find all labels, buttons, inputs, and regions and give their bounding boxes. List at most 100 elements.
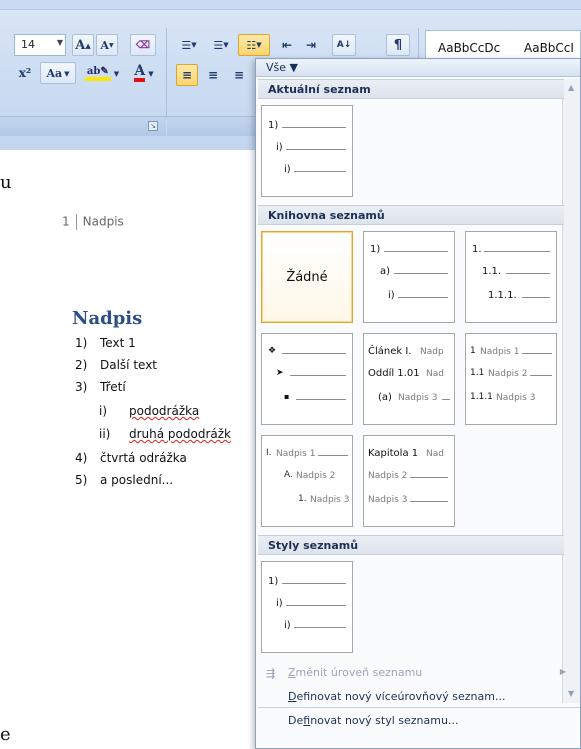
menu-label: De [288,714,304,727]
arrow-bullet-icon: ➤ [276,368,284,378]
list-text: Třetí [100,380,126,394]
list-tile-roman[interactable]: I. Nadpis 1 A. Nadpis 2 1. Nadpis 3 [261,435,353,527]
list-tile-heading-numbered[interactable]: 1 Nadpis 1 1.1 Nadpis 2 1.1.1 Nadpis 3 [465,333,557,425]
list-tile-current[interactable]: 1) i) i) [261,105,353,197]
doc-edge-text: e [0,724,11,745]
tile-text: 1) [370,244,381,255]
tile-text: A. [284,470,293,480]
show-marks-button[interactable]: ¶ [386,34,410,56]
superscript-label: x² [18,66,32,80]
square-bullet-icon: ▪ [284,392,290,401]
list-number: 3) [75,380,88,394]
gallery-filter-dropdown[interactable]: Vše ▼ [256,59,580,77]
change-case-button[interactable]: Aa ▼ [40,62,76,84]
font-size-field[interactable]: 14 ▼ [14,34,66,56]
sort-button[interactable]: A↓ [332,34,356,56]
gallery-scrollbar[interactable]: ▲ ▼ [562,79,580,703]
list-tile-bullets[interactable]: ❖ ➤ ▪ [261,333,353,425]
doc-edge-text: u [0,172,12,193]
tile-text: i) [276,598,283,609]
tile-text: 1. [472,244,482,255]
list-item: 4) čtvrtá odrážka [75,451,187,465]
list-item: i) pododrážka [99,404,199,418]
list-text: Další text [100,358,158,372]
tile-text: 1.1 [470,368,485,378]
numbering-button[interactable]: ☰ ▼ [206,34,236,56]
tile-text: 1.1.1. [488,290,517,301]
menu-mnemonic: Z [288,666,296,679]
change-list-level-item: ⇶ Změnit úroveň seznamu ▶ [258,663,580,683]
list-tile-none[interactable]: Žádné [261,231,353,323]
align-right-button[interactable]: ≡ [228,64,250,86]
tile-text: 1.1.1 [470,392,493,402]
list-text: čtvrtá odrážka [100,451,187,465]
list-tile-style[interactable]: 1) i) i) [261,561,353,653]
list-number: 2) [75,358,88,372]
multilevel-list-button[interactable]: ☷ ▼ [238,34,270,56]
list-number: i) [99,404,108,418]
superscript-button[interactable]: x² [12,62,38,84]
increase-indent-button[interactable]: ⇥ [300,34,322,56]
define-list-style-item[interactable]: Definovat nový styl seznamu... [258,711,580,731]
multilevel-list-icon: ☷ [246,38,257,52]
list-item: 1) Text 1 [75,336,136,350]
pilcrow-icon: ¶ [393,37,403,53]
tile-text: Nadpis 2 [488,369,528,379]
tile-text: Nad [426,449,444,459]
dialog-launcher-icon[interactable]: ↘ [148,121,158,131]
highlight-label: ab [86,65,101,77]
diamond-bullet-icon: ❖ [268,346,277,356]
grow-font-button[interactable]: A ▲ [72,34,94,56]
tile-text: i) [284,164,291,175]
tile-text: 1. [298,494,307,504]
group-separator [166,28,167,118]
align-center-button[interactable]: ≡ [202,64,224,86]
menu-label: efinovat nový víceúrovňový seznam... [296,690,506,703]
list-tile-decimal[interactable]: 1. 1.1. 1.1.1. [465,231,557,323]
decrease-indent-button[interactable]: ⇤ [276,34,298,56]
define-multilevel-list-item[interactable]: Definovat nový víceúrovňový seznam... [258,687,580,707]
list-number: ii) [99,427,111,441]
menu-label: měnit úroveň seznamu [295,666,423,679]
tile-text: Článek I. [368,346,412,357]
font-color-button[interactable]: A ▼ [126,62,162,84]
section-list-styles: Styly seznamů [258,535,564,555]
list-tile-number-paren[interactable]: 1) a) i) [363,231,455,323]
bullet-list-icon: ☰ [181,38,192,52]
list-text: Text 1 [100,336,136,350]
tile-text: Nadpis 3 [398,393,438,403]
scroll-up-icon[interactable]: ▲ [568,83,574,92]
tile-text: 1 [470,346,476,356]
eraser-icon: ⌫ [135,39,151,51]
tile-text: i) [276,142,283,153]
font-color-icon: A [134,64,146,82]
chevron-down-icon[interactable]: ▼ [57,38,63,47]
section-current-list: Aktuální seznam [258,79,564,99]
section-list-library: Knihovna seznamů [258,205,564,225]
list-number: 5) [75,473,88,487]
list-tile-article[interactable]: Článek I. Nadp Oddíl 1.01 Nad (a) Nadpis 3 [363,333,455,425]
tile-text: 1) [268,576,279,587]
shrink-font-label: A [100,38,109,52]
tile-text: i) [284,620,291,631]
tile-text: Nad [426,369,444,379]
style-sample-normal[interactable]: AaBbCcDc [438,41,500,55]
tile-text: Nadpis 3 [368,495,408,505]
align-left-button[interactable]: ≡ [176,64,198,86]
tile-text: Nadpis 1 [276,449,316,459]
change-case-label: Aa [46,66,63,80]
tile-text: I. [266,448,272,458]
list-text: druhá pododrážk [129,427,231,441]
highlight-button[interactable]: ab✎ ▼ [80,62,124,84]
clear-format-button[interactable]: ⌫ [130,34,156,56]
bullets-button[interactable]: ☰ ▼ [174,34,204,56]
grow-font-label: A [75,37,86,53]
shrink-font-button[interactable]: A ▼ [96,34,118,56]
highlighter-icon: ab✎ [84,65,111,81]
style-sample-nospacing[interactable]: AaBbCcI [524,41,574,55]
list-text: pododrážka [129,404,200,418]
align-right-icon: ≡ [233,68,245,82]
tile-text: 1.1. [482,266,502,277]
align-left-icon: ≡ [181,68,193,82]
list-tile-chapter[interactable]: Kapitola 1 Nad Nadpis 2 Nadpis 3 [363,435,455,527]
